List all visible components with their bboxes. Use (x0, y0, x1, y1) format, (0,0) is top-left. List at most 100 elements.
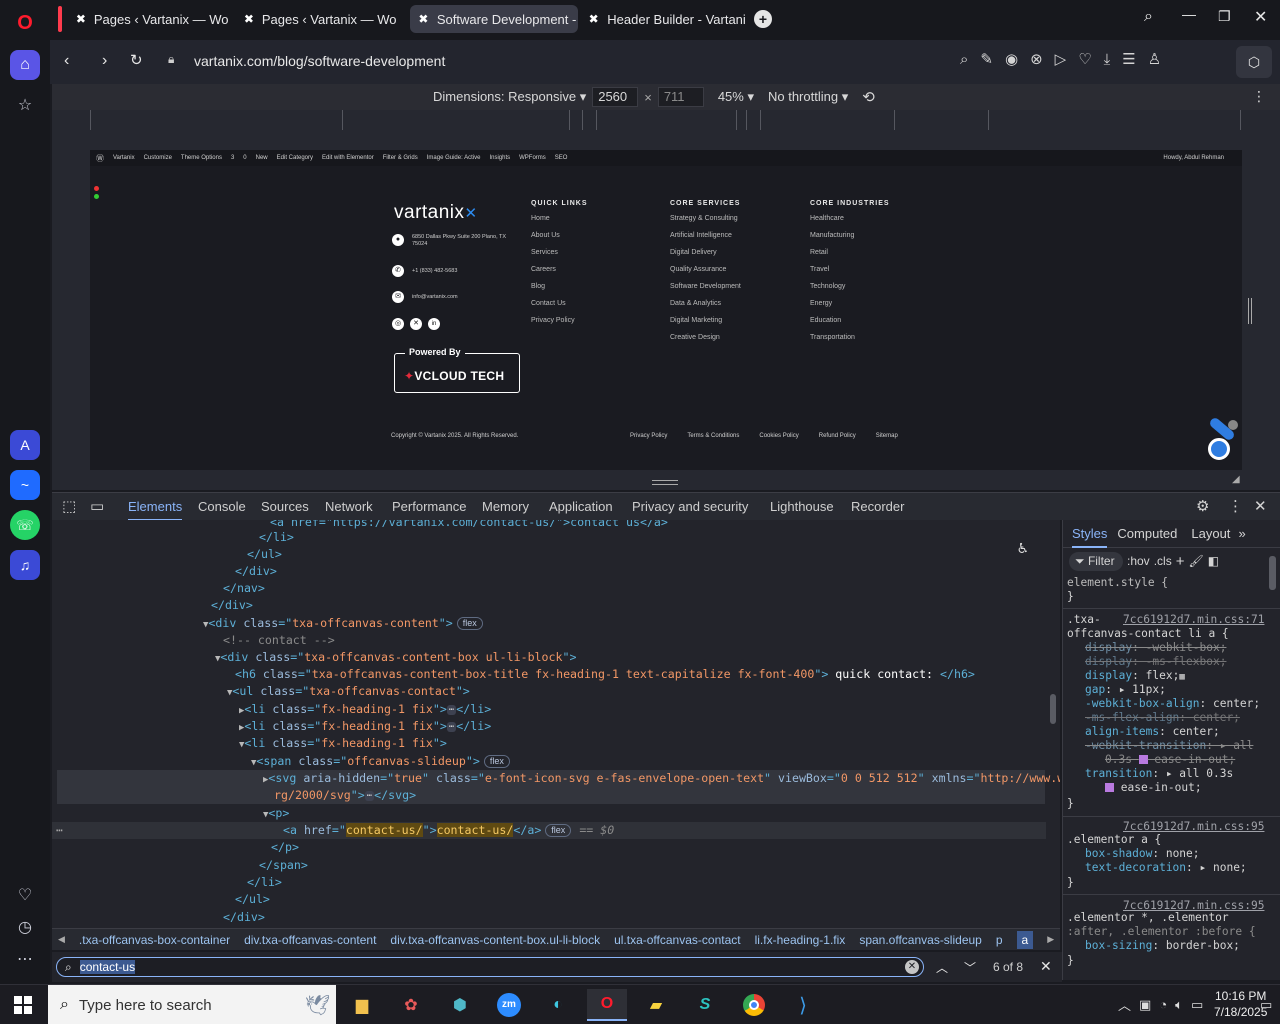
admin-greeting[interactable]: Howdy, Abdul Rehman (1163, 155, 1224, 161)
crumb[interactable]: ul.txa-offcanvas-contact (614, 933, 741, 947)
styles-scrollbar-thumb[interactable] (1269, 556, 1276, 590)
rule2-selector[interactable]: .elementor a { (1067, 833, 1161, 847)
paint-brush-icon[interactable]: 🖌︎ (1188, 554, 1203, 568)
tab-console[interactable]: Console (198, 493, 246, 521)
inspect-element-icon[interactable]: ⬚ (62, 497, 76, 515)
dom-line-selected[interactable]: <a href="contact-us/">contact-us/</a> fle… (283, 822, 614, 839)
dom-line[interactable]: ▶<li class="fx-heading-1 fix"> ⋯ </li> (239, 718, 491, 735)
find-icon[interactable]: ⌕ (960, 51, 968, 68)
zoom-app-icon[interactable]: zm (489, 989, 529, 1021)
minimize-icon[interactable]: — (1182, 6, 1196, 22)
rule2-source-link[interactable]: 7cc61912d7.min.css:95 (1123, 820, 1264, 834)
decl[interactable]: -webkit-transition: ▸ all (1085, 739, 1253, 753)
extensions-box-icon[interactable]: ⬡ (1236, 46, 1272, 78)
tab-lighthouse[interactable]: Lighthouse (770, 493, 834, 521)
search-tabs-icon[interactable]: ⌕ (1144, 8, 1153, 26)
styles-filter-input[interactable]: ⏷ Filter (1069, 551, 1123, 571)
ellipsis-icon[interactable]: ⋯ (446, 705, 457, 715)
dom-line[interactable]: ▶<svg aria-hidden="true" class="e-font-i… (263, 770, 1060, 787)
dom-line[interactable]: </li> (247, 874, 282, 891)
throttling-dropdown[interactable]: No throttling ▾ (768, 89, 848, 105)
footer-link[interactable]: About Us (531, 227, 588, 244)
rule1-source-link[interactable]: 7cc61912d7.min.css:71 (1123, 613, 1264, 627)
footer-link[interactable]: Blog (531, 278, 588, 295)
element-style-rule[interactable]: element.style { (1067, 576, 1168, 590)
profile-icon[interactable]: ♙ (1148, 50, 1161, 68)
bottom-link[interactable]: Cookies Policy (759, 433, 798, 439)
admin-image-guide[interactable]: Image Guide: Active (427, 155, 481, 161)
height-input[interactable]: 711 (657, 87, 704, 107)
sidebar-toggle-icon[interactable]: ◧ (1208, 554, 1219, 568)
dom-line[interactable]: ▼<div class="txa-offcanvas-content-box u… (215, 649, 576, 666)
app-s-icon[interactable]: S (685, 989, 725, 1021)
admin-wpforms[interactable]: WPForms (519, 155, 546, 161)
windows-start-icon[interactable] (14, 996, 32, 1014)
footer-link[interactable]: Travel (810, 261, 890, 278)
decl[interactable]: -webkit-box-align: center; (1085, 697, 1260, 711)
tray-overflow-chevron-icon[interactable]: ︿ (1118, 995, 1131, 1014)
dom-line[interactable]: ▼<li class="fx-heading-1 fix"> (239, 735, 447, 752)
easing-swatch-icon[interactable] (1138, 755, 1148, 764)
volume-icon[interactable]: 🔈︎ (1175, 997, 1183, 1013)
dom-line[interactable]: ▼<ul class="txa-offcanvas-contact"> (227, 683, 470, 700)
wp-logo-icon[interactable]: Ⓦ (96, 153, 104, 164)
footer-link[interactable]: Technology (810, 278, 890, 295)
crumb[interactable]: li.fx-heading-1.fix (755, 933, 846, 947)
tab-performance[interactable]: Performance (392, 493, 466, 521)
chrome-icon[interactable] (734, 989, 774, 1021)
decl[interactable]: transition: ▸ all 0.3s (1085, 767, 1233, 781)
chat-widget[interactable] (1198, 416, 1240, 462)
hov-toggle[interactable]: :hov (1127, 554, 1150, 568)
admin-customize[interactable]: Customize (144, 155, 172, 161)
dom-scrollbar-thumb[interactable] (1050, 694, 1056, 724)
play-icon[interactable]: ▷ (1055, 50, 1067, 68)
find-input[interactable]: ⌕ contact-us ✕ (56, 957, 924, 977)
more-tabs-chevron-icon[interactable]: » (1238, 526, 1245, 541)
ellipsis-icon[interactable]: ⋯ (364, 791, 375, 801)
footer-link[interactable]: Quality Assurance (670, 261, 741, 278)
decl[interactable]: display: flex;▦ (1085, 669, 1185, 683)
crumb-scroll-right-icon[interactable]: ▶ (1047, 934, 1054, 945)
footer-link[interactable]: Creative Design (670, 329, 741, 346)
whatsapp-icon[interactable]: ☏ (10, 510, 40, 540)
instagram-icon[interactable]: ◎ (392, 318, 404, 330)
taskbar-search[interactable]: ⌕ Type here to search 🕊︎ (48, 985, 336, 1024)
favorite-heart-icon[interactable]: ♡ (1078, 50, 1091, 68)
history-clock-icon[interactable]: ◷ (10, 912, 40, 942)
opera-taskbar-icon[interactable]: O (587, 989, 627, 1021)
bottom-link[interactable]: Terms & Conditions (687, 433, 739, 439)
x-twitter-icon[interactable]: ✕ (410, 318, 422, 330)
device-menu-icon[interactable]: ⋮ (1252, 88, 1266, 105)
site-logo[interactable]: vartanix✕ (394, 202, 478, 224)
decl[interactable]: box-shadow: none; (1085, 847, 1200, 861)
app-hex-icon[interactable]: ⬢ (440, 989, 480, 1021)
row-menu-dots-icon[interactable]: ⋯ (56, 822, 63, 839)
footer-link[interactable]: Manufacturing (810, 227, 890, 244)
footer-link[interactable]: Software Development (670, 278, 741, 295)
tab-privacy-security[interactable]: Privacy and security (632, 493, 748, 521)
footer-link[interactable]: Retail (810, 244, 890, 261)
close-window-icon[interactable]: ✕ (1254, 7, 1267, 27)
block-icon[interactable]: ⊗ (1030, 50, 1043, 68)
bottom-link[interactable]: Sitemap (876, 433, 898, 439)
zoom-dropdown[interactable]: 45% ▾ (718, 89, 754, 105)
music-player-icon[interactable]: ♫ (10, 550, 40, 580)
decl[interactable]: text-decoration: ▸ none; (1085, 861, 1247, 875)
maximize-icon[interactable]: ❐ (1218, 8, 1231, 25)
crumb[interactable]: .txa-offcanvas-box-container (79, 933, 230, 947)
battery-icon[interactable]: ▭ (1191, 997, 1203, 1013)
dom-line[interactable]: ▼<div class="txa-offcanvas-content"> flex (203, 615, 483, 632)
rule3-selector[interactable]: .elementor *, .elementor (1067, 911, 1229, 925)
dom-line[interactable]: </nav> (223, 580, 265, 597)
width-input[interactable]: 2560 (592, 87, 639, 107)
footer-link[interactable]: Digital Marketing (670, 312, 741, 329)
decl[interactable]: display: -webkit-box; (1085, 641, 1226, 655)
sticky-notes-icon[interactable]: ▰ (636, 989, 676, 1021)
accessibility-icon[interactable]: ♿︎ (1018, 538, 1028, 557)
flex-badge[interactable]: flex (456, 617, 483, 630)
crumb[interactable]: p (996, 933, 1003, 947)
tab-application[interactable]: Application (549, 493, 613, 521)
footer-link[interactable]: Digital Delivery (670, 244, 741, 261)
find-next-icon[interactable]: ﹀ (964, 959, 976, 976)
dom-line[interactable]: ▶<li class="fx-heading-1 fix"> ⋯ </li> (239, 701, 491, 718)
